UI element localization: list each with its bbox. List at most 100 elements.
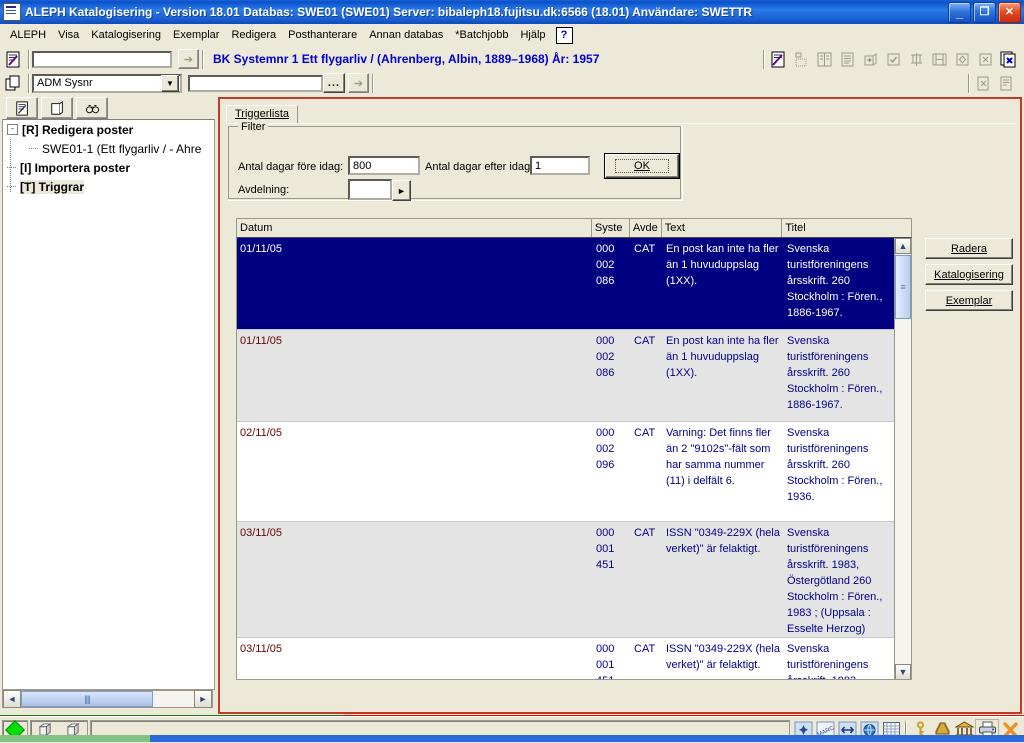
tree-node-triggrar[interactable]: [T] Triggrar — [3, 177, 214, 196]
department-label: Avdelning: — [238, 184, 290, 196]
scroll-right-icon[interactable]: ► — [194, 690, 212, 708]
cell-titel: Svenska turistföreningens årsskrift. 198… — [787, 643, 869, 679]
tree-node-importera-poster[interactable]: [I] Importera poster — [3, 158, 214, 177]
search-input[interactable] — [32, 50, 172, 68]
menu-visa[interactable]: Visa — [52, 27, 85, 43]
days-after-input[interactable] — [530, 156, 590, 175]
scroll-up-icon[interactable]: ▲ — [895, 238, 911, 254]
cell-avdelning: CAT — [634, 335, 656, 347]
scroll-track[interactable]: |||| — [21, 691, 194, 707]
menu-hjalp[interactable]: Hjälp — [514, 27, 551, 43]
menu-katalogisering[interactable]: Katalogisering — [85, 27, 167, 43]
cell-system: 000 002 096 — [596, 427, 615, 471]
table-row[interactable]: 02/11/05 000 002 096 CAT Varning: Det fi… — [237, 422, 911, 522]
restore-icon: ❐ — [979, 5, 990, 18]
items-button[interactable]: Exemplar — [925, 290, 1013, 311]
cell-system: 000 001 451 — [596, 643, 615, 679]
new-record-icon[interactable] — [768, 49, 789, 69]
cell-text: ISSN "0349-229X (hela verket)" är felakt… — [666, 527, 780, 555]
days-before-label: Antal dagar före idag: — [238, 161, 344, 173]
restore-button[interactable]: ❐ — [973, 1, 996, 23]
toolbar2-separator-2 — [372, 73, 373, 93]
grid-header-row: Datum Syste Avde Text Titel — [236, 218, 912, 238]
edit-doc-icon[interactable] — [996, 73, 1017, 93]
save-record-icon[interactable] — [998, 49, 1019, 69]
table-row[interactable]: 03/11/05 000 001 451 CAT ISSN "0349-229X… — [237, 638, 911, 679]
tree-label: [R] Redigera poster — [22, 122, 134, 137]
index-go-button[interactable]: ➔ — [348, 73, 369, 93]
menu-batchjobb[interactable]: *Batchjobb — [449, 27, 514, 43]
merge-record-icon[interactable] — [906, 49, 927, 69]
sidebar-item-records-tab[interactable] — [6, 97, 38, 119]
search-go-button[interactable]: ➔ — [178, 49, 199, 69]
cell-avdelning: CAT — [634, 243, 656, 255]
menu-posthanterare[interactable]: Posthanterare — [282, 27, 363, 43]
column-header-text[interactable]: Text — [662, 219, 783, 237]
cataloging-button[interactable]: Katalogisering — [925, 264, 1013, 285]
copy-record-icon[interactable] — [3, 73, 24, 93]
template-grid-icon[interactable] — [791, 49, 812, 69]
days-after-label: Antal dagar efter idag: — [425, 161, 534, 173]
send-record-icon[interactable] — [860, 49, 881, 69]
cell-datum: 02/11/05 — [240, 427, 283, 439]
grid-vertical-scrollbar[interactable]: ▲ ≡ ▼ — [894, 238, 911, 679]
list-view-icon[interactable] — [837, 49, 858, 69]
days-before-input[interactable] — [348, 156, 420, 175]
scroll-left-icon[interactable]: ◄ — [3, 690, 21, 708]
department-dropdown-icon[interactable]: ► — [392, 180, 411, 201]
check-record-icon[interactable] — [883, 49, 904, 69]
close-button[interactable]: ✕ — [998, 1, 1021, 23]
table-row[interactable]: 01/11/05 000 002 086 CAT En post kan int… — [237, 238, 911, 330]
menu-annan-databas[interactable]: Annan databas — [363, 27, 449, 43]
tree-node-swe01-1[interactable]: SWE01-1 (Ett flygarliv / - Ahre — [3, 139, 214, 158]
table-row[interactable]: 03/11/05 000 001 451 CAT ISSN "0349-229X… — [237, 522, 911, 638]
menu-exemplar[interactable]: Exemplar — [167, 27, 225, 43]
tree-node-redigera-poster[interactable]: - [R] Redigera poster — [3, 120, 214, 139]
navigation-tree[interactable]: - [R] Redigera poster SWE01-1 (Ett flyga… — [2, 119, 215, 690]
ok-button[interactable]: OK — [605, 154, 679, 178]
document-edit-icon[interactable] — [3, 49, 24, 69]
action-buttons: Radera Katalogisering Exemplar — [925, 238, 1013, 316]
delete-doc-icon[interactable] — [973, 73, 994, 93]
index-value-input[interactable] — [188, 74, 323, 92]
department-input[interactable] — [348, 179, 392, 200]
toolbar-separator — [28, 49, 29, 69]
items-label: Exemplar — [945, 294, 993, 307]
browse-button[interactable]: ... — [323, 73, 345, 93]
aleph-cataloging-window: ALEPH Katalogisering - Version 18.01 Dat… — [0, 0, 1024, 743]
sidebar-item-search-tab[interactable] — [76, 97, 108, 119]
tree-label: SWE01-1 (Ett flygarliv / - Ahre — [42, 141, 202, 156]
collapse-icon[interactable]: - — [7, 124, 18, 135]
scroll-thumb[interactable]: |||| — [21, 691, 153, 707]
column-header-syste[interactable]: Syste — [592, 219, 630, 237]
cell-titel: Svenska turistföreningens årsskrift. 260… — [787, 427, 883, 503]
column-header-titel[interactable]: Titel — [782, 219, 911, 237]
scroll-down-icon[interactable]: ▼ — [895, 664, 911, 679]
diamond-record-icon[interactable] — [952, 49, 973, 69]
split-record-icon[interactable] — [929, 49, 950, 69]
scroll-thumb[interactable]: ≡ — [895, 255, 911, 319]
sidebar-item-documents-tab[interactable] — [41, 97, 73, 119]
chevron-down-icon[interactable]: ▼ — [161, 74, 179, 92]
minimize-button[interactable]: _ — [948, 1, 971, 23]
cell-datum: 03/11/05 — [240, 643, 283, 655]
delete-button[interactable]: Radera — [925, 238, 1013, 259]
delete-record-icon[interactable] — [975, 49, 996, 69]
index-type-select[interactable]: ADM Sysnr ▼ — [32, 73, 182, 93]
aleph-document-icon — [3, 3, 21, 21]
toolbar-row-2: ADM Sysnr ▼ ... ➔ — [0, 71, 1024, 95]
tree-branch-icon — [7, 166, 16, 169]
sidebar-horizontal-scrollbar[interactable]: ◄ |||| ► — [2, 690, 213, 708]
index-type-value: ADM Sysnr — [37, 77, 93, 89]
tab-label: Triggerlista — [235, 108, 289, 120]
menu-aleph[interactable]: ALEPH — [4, 27, 52, 43]
menu-redigera[interactable]: Redigera — [225, 27, 282, 43]
duplicate-record-icon[interactable] — [814, 49, 835, 69]
table-row[interactable]: 01/11/05 000 002 086 CAT En post kan int… — [237, 330, 911, 422]
column-header-datum[interactable]: Datum — [237, 219, 592, 237]
cell-titel: Svenska turistföreningens årsskrift. 198… — [787, 527, 883, 635]
column-header-avde[interactable]: Avde — [630, 219, 662, 237]
minimize-icon: _ — [955, 4, 964, 20]
filter-legend: Filter — [238, 121, 269, 133]
help-icon[interactable]: ? — [555, 26, 573, 44]
